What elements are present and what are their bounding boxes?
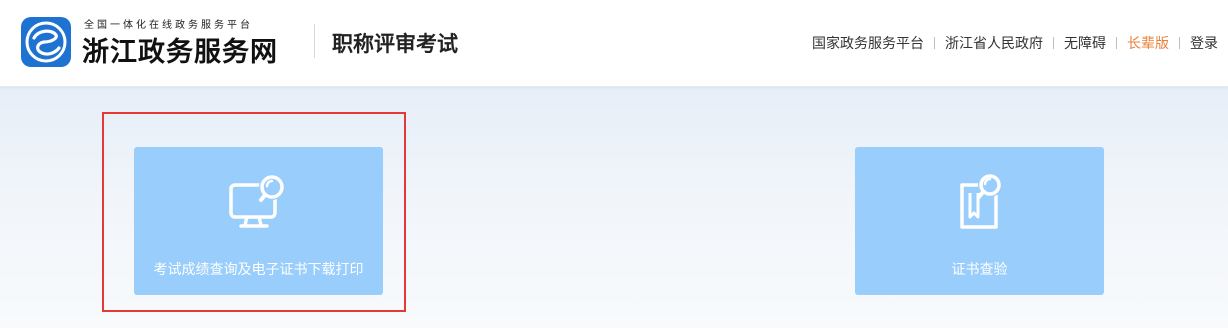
nav-separator [1179,37,1180,49]
main-content: 考试成绩查询及电子证书下载打印 证书查验 [0,86,1228,328]
certificate-verify-card[interactable]: 证书查验 [855,147,1104,295]
certificate-search-icon [959,173,1002,229]
nav-zhejiang-government[interactable]: 浙江省人民政府 [945,33,1043,53]
top-nav: 国家政务服务平台 浙江省人民政府 无障碍 长辈版 登录 [812,33,1218,53]
nav-login[interactable]: 登录 [1190,33,1218,53]
page-title: 职称评审考试 [332,32,458,56]
nav-separator [1053,37,1054,49]
site-name[interactable]: 浙江政务服务网 [82,30,278,69]
nav-separator [934,37,935,49]
monitor-search-icon [228,174,285,228]
nav-separator [1116,37,1117,49]
certificate-verify-label: 证书查验 [951,262,1008,278]
nav-national-platform[interactable]: 国家政务服务平台 [812,33,924,53]
header-divider [314,24,315,58]
zhejiang-gov-logo-icon[interactable] [20,16,72,68]
site-header: 全国一体化在线政务服务平台 浙江政务服务网 职称评审考试 国家政务服务平台 浙江… [0,0,1228,87]
exam-score-query-label: 考试成绩查询及电子证书下载打印 [153,262,364,278]
platform-tagline: 全国一体化在线政务服务平台 [84,20,253,31]
nav-accessibility[interactable]: 无障碍 [1064,33,1106,53]
exam-score-query-card[interactable]: 考试成绩查询及电子证书下载打印 [134,147,383,295]
nav-elder-mode[interactable]: 长辈版 [1127,33,1169,53]
